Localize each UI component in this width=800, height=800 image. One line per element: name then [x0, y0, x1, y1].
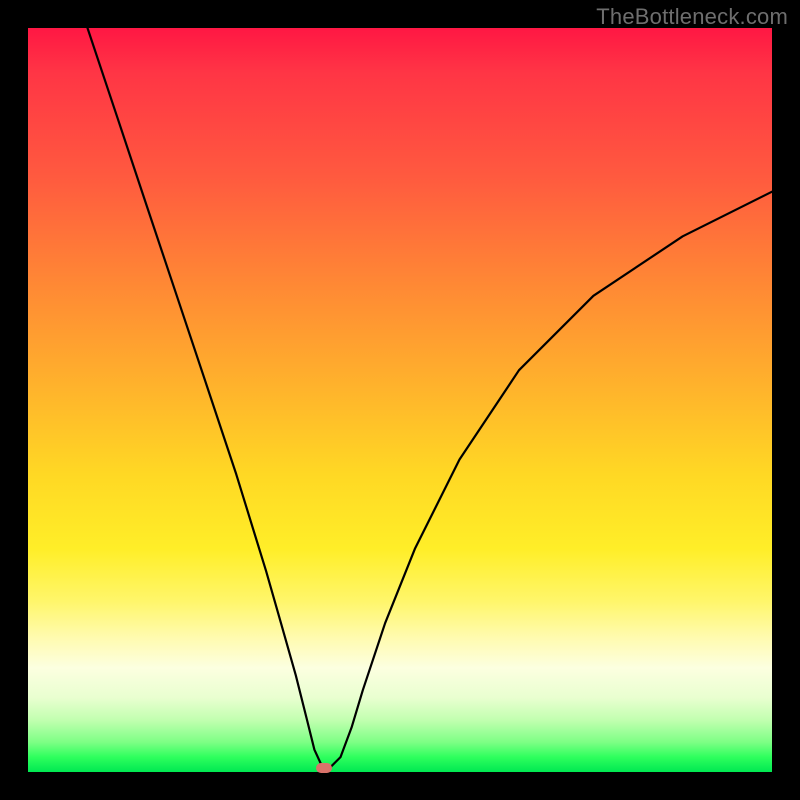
- bottleneck-curve: [28, 28, 772, 772]
- chart-frame: TheBottleneck.com: [0, 0, 800, 800]
- watermark-text: TheBottleneck.com: [596, 4, 788, 30]
- min-marker: [316, 763, 332, 773]
- plot-area: [28, 28, 772, 772]
